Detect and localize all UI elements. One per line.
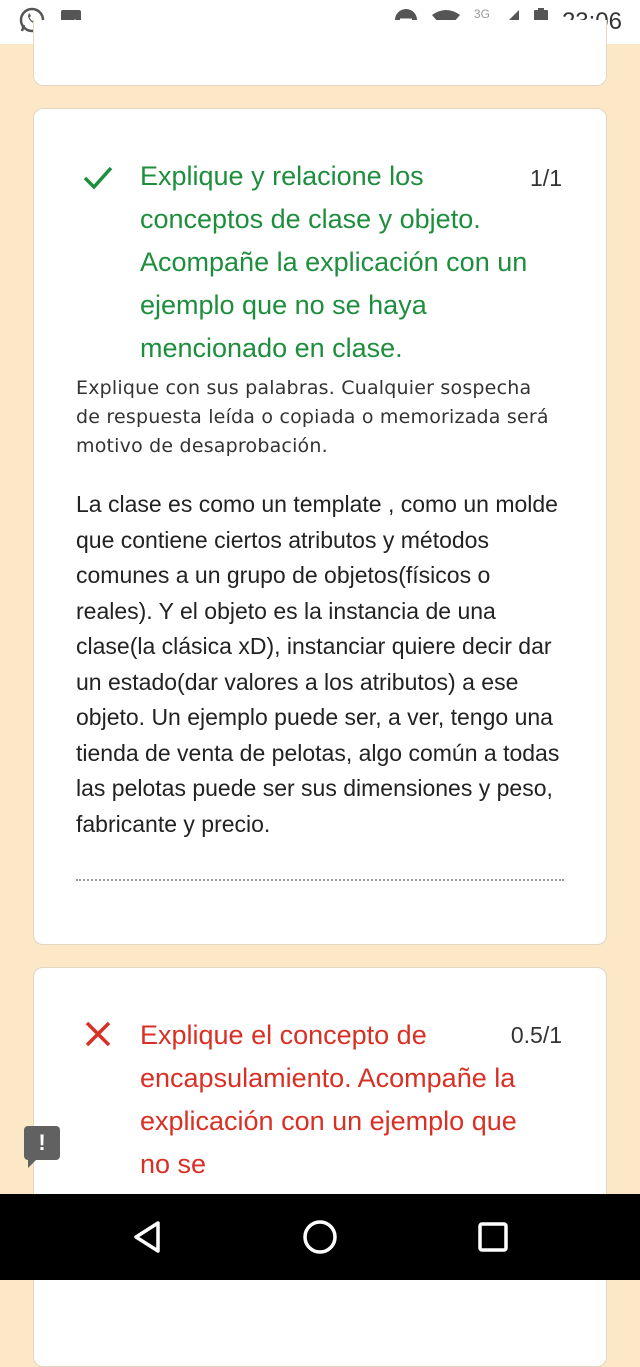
recents-icon	[478, 1222, 509, 1252]
home-button[interactable]	[298, 1215, 342, 1259]
home-icon	[303, 1220, 337, 1254]
question-card-1: Explique y relacione los conceptos de cl…	[33, 108, 607, 945]
feedback-button[interactable]: !	[24, 1126, 60, 1168]
question-title: Explique y relacione los conceptos de cl…	[140, 161, 528, 363]
back-icon	[133, 1221, 160, 1253]
check-icon	[82, 161, 114, 193]
recents-button[interactable]	[471, 1215, 515, 1259]
previous-question-card	[33, 20, 607, 86]
question-score: 0.5/1	[510, 1022, 562, 1048]
close-icon	[82, 1018, 114, 1050]
navigation-bar	[0, 1194, 640, 1280]
question-title: Explique el concepto de encapsulamiento.…	[140, 1020, 517, 1179]
network-type-label: 3G	[473, 7, 490, 21]
question-helper-text: Explique con sus palabras. Cualquier sos…	[76, 377, 549, 457]
question-card-2: Explique el concepto de encapsulamiento.…	[33, 967, 607, 1367]
answer-text: La clase es como un template , como un m…	[76, 491, 560, 837]
question-score: 1/1	[530, 165, 562, 191]
back-button[interactable]	[125, 1215, 169, 1259]
answer-underline	[76, 879, 564, 881]
